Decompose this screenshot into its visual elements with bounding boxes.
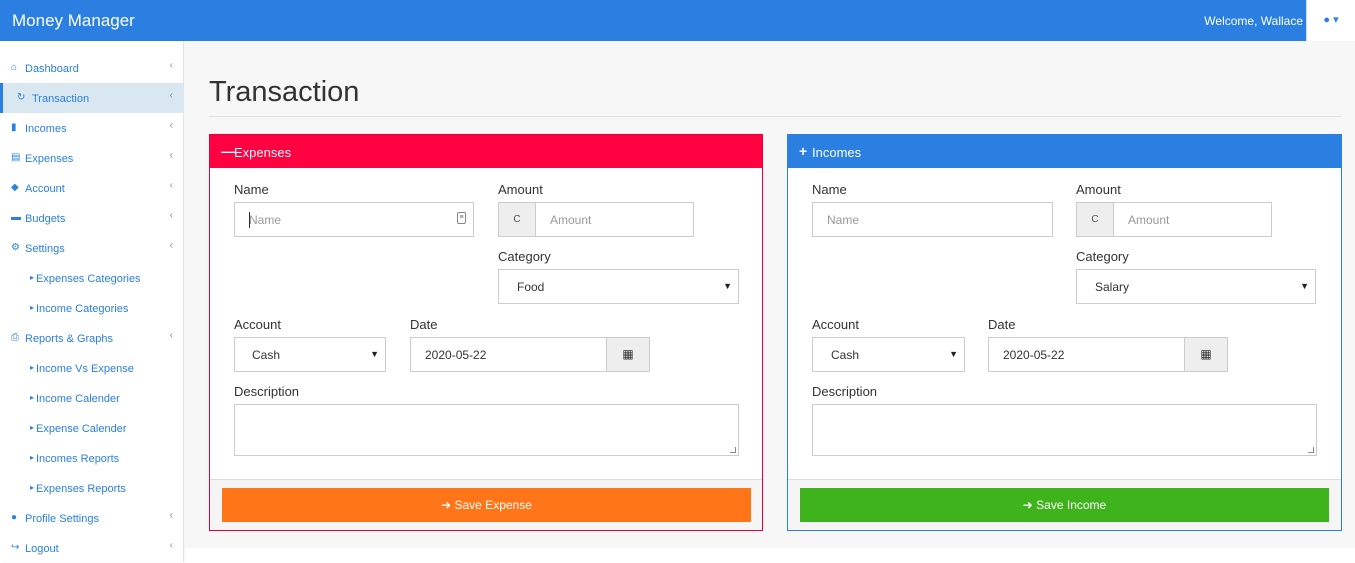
sidebar-item-account[interactable]: ◆ Account ‹ bbox=[0, 173, 184, 203]
income-account-select[interactable]: Cash ▼ bbox=[812, 337, 965, 372]
income-description-label: Description bbox=[812, 384, 878, 399]
income-category-select[interactable]: Salary ▼ bbox=[1076, 269, 1316, 304]
sidebar-item-expenses-reports[interactable]: ▸ Expenses Reports bbox=[0, 473, 184, 503]
welcome-text: Welcome, Wallace bbox=[1204, 14, 1303, 28]
sidebar-item-transaction[interactable]: ↻ Transaction ‹ bbox=[0, 83, 184, 113]
expense-amount-input[interactable]: C Amount bbox=[498, 202, 694, 237]
title-divider bbox=[209, 116, 1341, 117]
incomes-panel-header[interactable]: + Incomes bbox=[788, 135, 1341, 168]
currency-addon: C bbox=[499, 203, 536, 236]
sidebar-item-expense-calender[interactable]: ▸ Expense Calender bbox=[0, 413, 184, 443]
page-title: Transaction bbox=[209, 76, 360, 108]
expense-description-label: Description bbox=[234, 384, 300, 399]
expenses-panel: — Expenses Name Name ≡ Amount C Amount C… bbox=[209, 134, 763, 531]
income-account-label: Account bbox=[812, 317, 859, 332]
chevron-left-icon: ‹ bbox=[169, 210, 173, 221]
income-name-label: Name bbox=[812, 182, 847, 197]
user-icon: ● bbox=[11, 512, 18, 523]
income-amount-label: Amount bbox=[1076, 182, 1121, 197]
main-content: Transaction — Expenses Name Name ≡ Amoun… bbox=[185, 41, 1355, 548]
caret-down-icon: ▼ bbox=[723, 281, 732, 291]
expense-name-input[interactable]: Name ≡ bbox=[234, 202, 474, 237]
sign-in-icon: ➜ bbox=[1022, 498, 1033, 512]
chevron-left-icon: ‹ bbox=[169, 90, 173, 101]
tag-icon: ◆ bbox=[11, 182, 19, 193]
bar-chart-icon: ▮ bbox=[11, 122, 17, 133]
sidebar-item-profile-settings[interactable]: ● Profile Settings ‹ bbox=[0, 503, 184, 533]
expense-category-select[interactable]: Food ▼ bbox=[498, 269, 739, 304]
minus-icon: — bbox=[221, 143, 235, 159]
expense-date-label: Date bbox=[410, 317, 438, 332]
save-expense-button[interactable]: ➜ Save Expense bbox=[222, 488, 751, 522]
caret-down-icon: ▼ bbox=[370, 349, 379, 359]
expense-amount-label: Amount bbox=[498, 182, 543, 197]
archive-icon: ▬ bbox=[11, 212, 21, 223]
chevron-left-icon: ‹ bbox=[169, 240, 173, 251]
chevron-left-icon: ‹ bbox=[169, 60, 173, 71]
expense-account-label: Account bbox=[234, 317, 281, 332]
sidebar-item-budgets[interactable]: ▬ Budgets ‹ bbox=[0, 203, 184, 233]
income-date-label: Date bbox=[988, 317, 1016, 332]
income-category-label: Category bbox=[1076, 249, 1129, 264]
resize-handle[interactable] bbox=[730, 447, 736, 453]
currency-addon: C bbox=[1077, 203, 1114, 236]
caret-down-icon: ▾ bbox=[1333, 14, 1339, 26]
chevron-left-icon: ‹ bbox=[169, 330, 173, 341]
caret-down-icon: ▼ bbox=[949, 349, 958, 359]
expenses-panel-footer: ➜ Save Expense bbox=[210, 479, 762, 530]
sidebar-item-income-categories[interactable]: ▸ Income Categories bbox=[0, 293, 184, 323]
chevron-left-icon: ‹ bbox=[169, 120, 173, 131]
sidebar-item-expenses-categories[interactable]: ▸ Expenses Categories bbox=[0, 263, 184, 293]
income-amount-input[interactable]: C Amount bbox=[1076, 202, 1272, 237]
incomes-panel: + Incomes Name Name Amount C Amount Cate… bbox=[787, 134, 1342, 531]
chevron-left-icon: ‹ bbox=[169, 150, 173, 161]
chevron-left-icon: ‹ bbox=[169, 180, 173, 191]
caret-down-icon: ▼ bbox=[1300, 281, 1309, 291]
sidebar-item-dashboard[interactable]: ⌂ Dashboard ‹ bbox=[0, 53, 184, 83]
print-icon: ⎙ bbox=[11, 332, 19, 343]
cogs-icon: ⚙ bbox=[11, 242, 20, 253]
calendar-icon[interactable]: ▦ bbox=[1184, 338, 1227, 371]
expense-account-select[interactable]: Cash ▼ bbox=[234, 337, 386, 372]
chevron-left-icon: ‹ bbox=[169, 510, 173, 521]
sign-in-icon: ➜ bbox=[441, 498, 452, 512]
expense-description-textarea[interactable] bbox=[234, 404, 739, 456]
user-menu-button[interactable]: ● ▾ bbox=[1306, 0, 1355, 41]
expenses-panel-header[interactable]: — Expenses bbox=[210, 135, 762, 168]
income-description-textarea[interactable] bbox=[812, 404, 1317, 456]
sidebar-item-incomes-reports[interactable]: ▸ Incomes Reports bbox=[0, 443, 184, 473]
id-card-icon: ≡ bbox=[457, 212, 466, 224]
app-title[interactable]: Money Manager bbox=[12, 11, 135, 31]
user-icon: ● bbox=[1323, 14, 1331, 26]
income-name-input[interactable]: Name bbox=[812, 202, 1053, 237]
resize-handle[interactable] bbox=[1308, 447, 1314, 453]
sidebar-item-settings[interactable]: ⚙ Settings ‹ bbox=[0, 233, 184, 263]
refresh-icon: ↻ bbox=[17, 92, 26, 103]
chevron-left-icon: ‹ bbox=[169, 540, 173, 551]
plus-icon: + bbox=[799, 143, 808, 159]
sidebar: ⌂ Dashboard ‹ ↻ Transaction ‹ ▮ Incomes … bbox=[0, 41, 184, 562]
list-icon: ▤ bbox=[11, 152, 21, 163]
expense-date-input[interactable]: 2020-05-22 ▦ bbox=[410, 337, 650, 372]
home-icon: ⌂ bbox=[11, 62, 18, 73]
sidebar-item-income-calender[interactable]: ▸ Income Calender bbox=[0, 383, 184, 413]
sign-out-icon: ↪ bbox=[11, 542, 20, 553]
save-income-button[interactable]: ➜ Save Income bbox=[800, 488, 1329, 522]
sidebar-item-reports-graphs[interactable]: ⎙ Reports & Graphs ‹ bbox=[0, 323, 184, 353]
expense-category-label: Category bbox=[498, 249, 551, 264]
calendar-icon[interactable]: ▦ bbox=[606, 338, 649, 371]
income-date-input[interactable]: 2020-05-22 ▦ bbox=[988, 337, 1228, 372]
sidebar-item-incomes[interactable]: ▮ Incomes ‹ bbox=[0, 113, 184, 143]
sidebar-item-income-vs-expense[interactable]: ▸ Income Vs Expense bbox=[0, 353, 184, 383]
incomes-panel-footer: ➜ Save Income bbox=[788, 479, 1341, 530]
sidebar-item-expenses[interactable]: ▤ Expenses ‹ bbox=[0, 143, 184, 173]
sidebar-item-logout[interactable]: ↪ Logout ‹ bbox=[0, 533, 184, 563]
expense-name-label: Name bbox=[234, 182, 269, 197]
top-navbar: Money Manager Welcome, Wallace ● ▾ bbox=[0, 0, 1355, 41]
